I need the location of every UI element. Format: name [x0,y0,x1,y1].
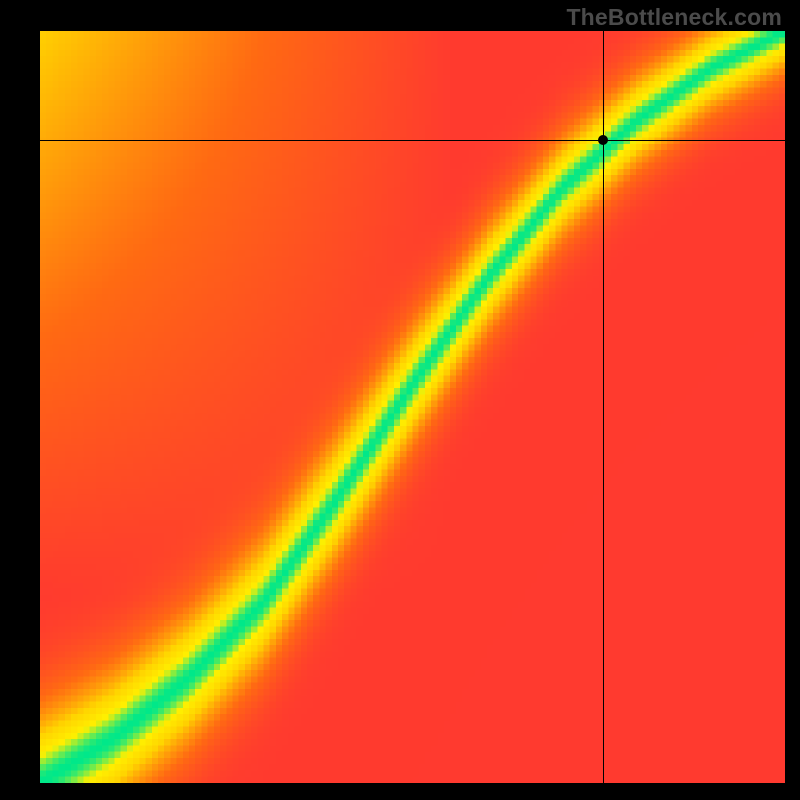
crosshair-horizontal [40,140,785,141]
chart-stage: TheBottleneck.com [0,0,800,800]
watermark-text: TheBottleneck.com [566,4,782,31]
bottleneck-heatmap [40,31,785,783]
crosshair-marker [598,135,608,145]
